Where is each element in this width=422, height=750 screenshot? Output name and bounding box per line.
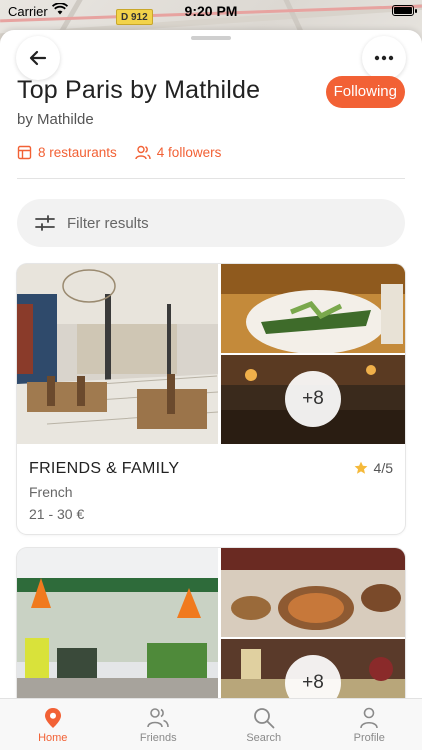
storefront-icon — [17, 145, 32, 160]
list-author: by Mathilde — [17, 111, 94, 128]
restaurant-name: FRIENDS & FAMILY — [29, 460, 180, 477]
restaurants-count[interactable]: 8 restaurants — [17, 145, 117, 160]
tab-profile[interactable]: Profile — [317, 699, 422, 750]
profile-icon — [360, 707, 379, 729]
tab-search[interactable]: Search — [211, 699, 317, 750]
more-photos-badge[interactable]: +8 — [285, 371, 341, 427]
following-button[interactable]: Following — [325, 76, 405, 108]
tab-home-label: Home — [38, 732, 68, 744]
search-icon — [253, 708, 275, 729]
arrow-left-icon — [29, 50, 47, 66]
followers-count[interactable]: 4 followers — [135, 145, 222, 160]
location-pin-icon — [44, 708, 61, 728]
restaurant-photo-main[interactable] — [17, 264, 218, 444]
filter-placeholder: Filter results — [67, 214, 149, 232]
restaurants-count-label: 8 restaurants — [38, 145, 117, 160]
tab-profile-label: Profile — [353, 732, 385, 744]
page-title: Top Paris by Mathilde — [17, 76, 261, 104]
followers-count-label: 4 followers — [156, 145, 222, 160]
restaurant-card[interactable]: +8 FRIENDS & FAMILY French 21 - 30 € 4/5 — [17, 264, 405, 534]
friends-icon — [147, 708, 170, 728]
more-horizontal-icon — [374, 55, 394, 61]
tab-search-label: Search — [246, 732, 282, 744]
list-detail-sheet: Top Paris by Mathilde by Mathilde Follow… — [0, 30, 422, 750]
divider — [17, 178, 405, 179]
restaurant-price-range: 21 - 30 € — [29, 506, 85, 522]
list-stats: 8 restaurants 4 followers — [17, 145, 239, 160]
tab-friends[interactable]: Friends — [106, 699, 212, 750]
restaurant-photos[interactable]: +8 — [17, 264, 405, 444]
tab-friends-label: Friends — [139, 732, 177, 744]
more-options-button[interactable] — [362, 36, 406, 80]
clock: 9:20 PM — [184, 3, 238, 19]
filter-results-bar[interactable]: Filter results — [17, 199, 405, 247]
rating-value: 4/5 — [373, 460, 393, 476]
star-icon — [354, 461, 367, 474]
restaurant-photo[interactable] — [221, 548, 405, 637]
people-icon — [135, 145, 151, 160]
sliders-icon — [35, 215, 55, 231]
status-bar: Carrier 9:20 PM — [0, 0, 422, 22]
tab-bar: Home Friends Search Profile — [0, 698, 422, 750]
restaurant-rating: 4/5 — [354, 460, 393, 476]
back-button[interactable] — [16, 36, 60, 80]
restaurant-photo[interactable] — [221, 264, 405, 353]
sheet-grabber[interactable] — [191, 36, 231, 40]
restaurant-info: FRIENDS & FAMILY French 21 - 30 € 4/5 — [29, 460, 393, 522]
restaurant-cuisine: French — [29, 484, 73, 500]
tab-home[interactable]: Home — [0, 699, 106, 750]
battery-icon — [392, 5, 417, 16]
restaurant-photo[interactable]: +8 — [221, 355, 405, 444]
